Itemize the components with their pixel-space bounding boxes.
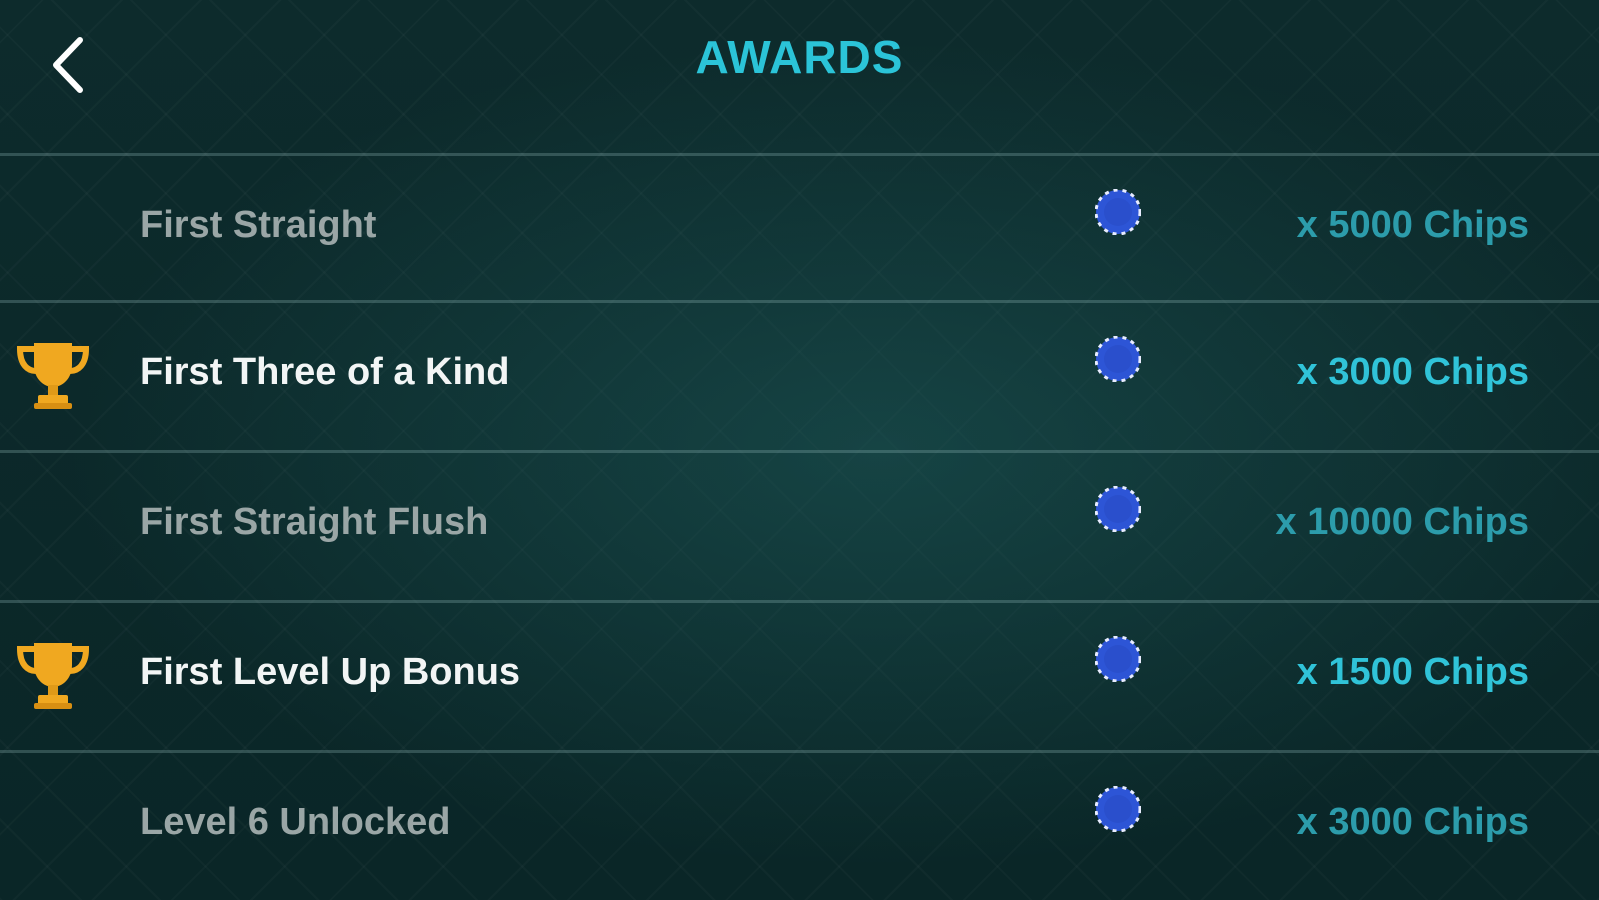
award-row[interactable]: Level 6 Unlocked x 3000 Chips	[0, 753, 1599, 900]
header: AWARDS	[0, 0, 1599, 155]
reward-amount: x 1500 Chips	[1296, 651, 1529, 693]
award-row[interactable]: First Straight x 5000 Chips	[0, 156, 1599, 303]
award-row[interactable]: First Level Up Bonus x 1500 Chips	[0, 603, 1599, 750]
trophy-icon	[16, 343, 90, 409]
chip-icon	[1095, 189, 1141, 235]
chip-icon	[1095, 786, 1141, 832]
award-name: First Three of a Kind	[140, 351, 510, 393]
awards-screen: AWARDS First Straight x 5000 Chips First…	[0, 0, 1599, 900]
award-name: First Straight Flush	[140, 501, 489, 543]
trophy-icon	[16, 643, 90, 709]
award-name: First Straight	[140, 204, 377, 246]
chip-icon	[1095, 486, 1141, 532]
reward-amount: x 3000 Chips	[1296, 801, 1529, 843]
reward-amount: x 3000 Chips	[1296, 351, 1529, 393]
chip-icon	[1095, 336, 1141, 382]
award-name: First Level Up Bonus	[140, 651, 521, 693]
award-row[interactable]: First Three of a Kind x 3000 Chips	[0, 303, 1599, 450]
reward-amount: x 5000 Chips	[1296, 204, 1529, 246]
chip-icon	[1095, 636, 1141, 682]
award-row[interactable]: First Straight Flush x 10000 Chips	[0, 453, 1599, 600]
reward-amount: x 10000 Chips	[1275, 501, 1529, 543]
page-title: AWARDS	[695, 31, 904, 83]
award-name: Level 6 Unlocked	[140, 801, 451, 843]
